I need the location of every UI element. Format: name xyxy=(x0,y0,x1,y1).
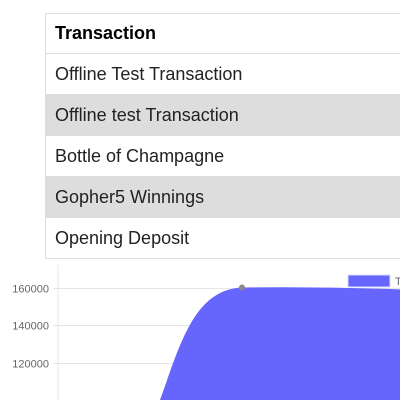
transaction-name: Offline test Transaction xyxy=(55,104,239,125)
data-point[interactable] xyxy=(239,284,245,291)
y-tick-label: 160000 xyxy=(12,284,49,296)
transactions-table: Transaction Offline Test Transaction Off… xyxy=(45,13,400,259)
table-row[interactable]: Opening Deposit xyxy=(46,218,400,259)
table-row[interactable]: Offline test Transaction xyxy=(46,95,400,136)
y-tick-label: 120000 xyxy=(12,359,49,371)
table-header-transaction: Transaction xyxy=(55,23,157,43)
transaction-name: Offline Test Transaction xyxy=(55,63,243,84)
chart-area-layer xyxy=(160,284,400,400)
balance-chart: 160000 140000 120000 T xyxy=(12,265,400,400)
transaction-name: Bottle of Champagne xyxy=(55,145,225,166)
page: Transaction Offline Test Transaction Off… xyxy=(0,0,400,400)
series-area xyxy=(160,287,400,400)
transaction-name: Opening Deposit xyxy=(55,227,190,248)
y-axis-ticks: 160000 140000 120000 xyxy=(12,284,49,371)
table-header: Transaction xyxy=(46,14,400,54)
table-row[interactable]: Gopher5 Winnings xyxy=(46,177,400,218)
legend-label[interactable]: T xyxy=(395,276,400,288)
transaction-name: Gopher5 Winnings xyxy=(55,186,205,207)
chart-legend: T xyxy=(347,274,400,288)
table-row[interactable]: Offline Test Transaction xyxy=(46,54,400,95)
legend-swatch[interactable] xyxy=(347,274,391,288)
table-row[interactable]: Bottle of Champagne xyxy=(46,136,400,177)
y-tick-label: 140000 xyxy=(12,321,49,333)
